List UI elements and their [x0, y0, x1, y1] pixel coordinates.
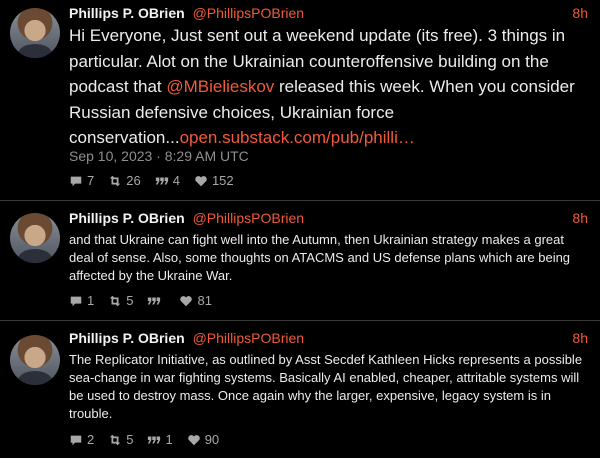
- tweet-date[interactable]: Sep 10, 2023 · 8:29 AM UTC: [69, 148, 249, 164]
- like-button[interactable]: 81: [179, 293, 212, 308]
- tweet-text: Hi Everyone, Just sent out a weekend upd…: [69, 23, 589, 151]
- avatar[interactable]: [10, 213, 60, 263]
- mention-link[interactable]: @MBielieskov: [166, 77, 274, 96]
- quote-button[interactable]: [147, 294, 165, 308]
- retweet-icon: [108, 174, 122, 188]
- retweet-button[interactable]: 5: [108, 432, 133, 447]
- tweet-2[interactable]: Phillips P. OBrien @PhillipsPOBrien 8h a…: [0, 201, 600, 320]
- reply-count: 2: [87, 432, 95, 447]
- tweet-thread: Phillips P. OBrien @PhillipsPOBrien 8h H…: [0, 0, 600, 458]
- quote-icon: [147, 433, 161, 447]
- reply-icon: [69, 174, 83, 188]
- avatar[interactable]: [10, 335, 60, 385]
- quote-count: 1: [165, 432, 173, 447]
- heart-icon: [194, 174, 208, 188]
- quote-icon: [147, 294, 161, 308]
- like-count: 81: [197, 293, 212, 308]
- author-handle[interactable]: @PhillipsPOBrien: [193, 210, 304, 226]
- tweet-text: and that Ukraine can fight well into the…: [69, 232, 571, 283]
- retweet-count: 5: [126, 293, 134, 308]
- tweet-text: The Replicator Initiative, as outlined b…: [69, 352, 583, 421]
- tweet-time[interactable]: 8h: [572, 5, 588, 21]
- reply-button[interactable]: 2: [69, 432, 94, 447]
- tweet-time[interactable]: 8h: [572, 210, 588, 226]
- quote-button[interactable]: 4: [155, 173, 180, 188]
- heart-icon: [187, 433, 201, 447]
- tweet-header: Phillips P. OBrien @PhillipsPOBrien 8h: [69, 330, 588, 350]
- quote-count: 4: [172, 173, 180, 188]
- tweet-actions: 1 5 81: [69, 293, 212, 308]
- tweet-header: Phillips P. OBrien @PhillipsPOBrien 8h: [69, 5, 588, 25]
- tweet-1[interactable]: Phillips P. OBrien @PhillipsPOBrien 8h H…: [0, 0, 600, 200]
- avatar[interactable]: [10, 8, 60, 58]
- tweet-3[interactable]: Phillips P. OBrien @PhillipsPOBrien 8h T…: [0, 321, 600, 458]
- retweet-count: 5: [126, 432, 134, 447]
- tweet-header: Phillips P. OBrien @PhillipsPOBrien 8h: [69, 210, 588, 230]
- retweet-button[interactable]: 26: [108, 173, 141, 188]
- author-name[interactable]: Phillips P. OBrien: [69, 210, 185, 226]
- tweet-time[interactable]: 8h: [572, 330, 588, 346]
- reply-count: 7: [87, 173, 95, 188]
- tweet-actions: 7 26 4 152: [69, 173, 234, 188]
- retweet-icon: [108, 294, 122, 308]
- retweet-icon: [108, 433, 122, 447]
- like-count: 90: [204, 432, 220, 447]
- author-name[interactable]: Phillips P. OBrien: [69, 330, 185, 346]
- author-handle[interactable]: @PhillipsPOBrien: [193, 5, 304, 21]
- reply-button[interactable]: 7: [69, 173, 94, 188]
- reply-icon: [69, 294, 83, 308]
- tweet-actions: 2 5 1 90: [69, 432, 219, 447]
- reply-icon: [69, 433, 83, 447]
- quote-button[interactable]: 1: [147, 432, 173, 447]
- reply-count: 1: [87, 293, 95, 308]
- like-count: 152: [211, 173, 234, 188]
- quote-icon: [155, 174, 169, 188]
- like-button[interactable]: 90: [187, 432, 219, 447]
- heart-icon: [179, 294, 193, 308]
- retweet-count: 26: [126, 173, 141, 188]
- author-name[interactable]: Phillips P. OBrien: [69, 5, 185, 21]
- like-button[interactable]: 152: [194, 173, 234, 188]
- retweet-button[interactable]: 5: [108, 293, 133, 308]
- author-handle[interactable]: @PhillipsPOBrien: [193, 330, 304, 346]
- reply-button[interactable]: 1: [69, 293, 94, 308]
- tweet-link[interactable]: open.substack.com/pub/philli…: [180, 128, 415, 147]
